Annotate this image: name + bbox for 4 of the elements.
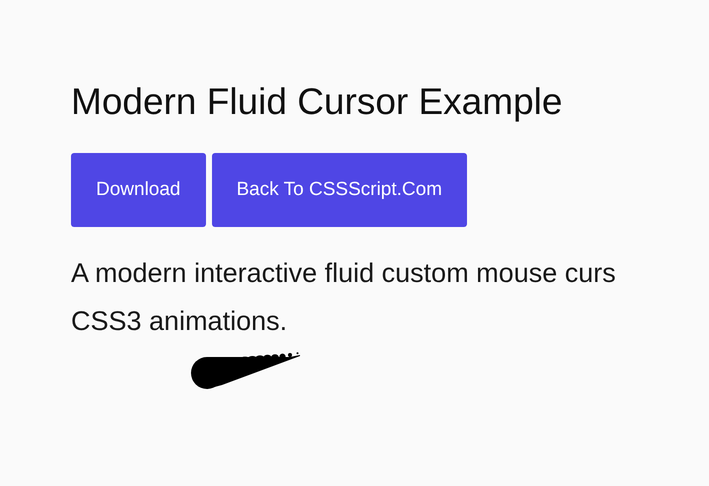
link-button[interactable]: Back To CSSScript.Com: [212, 153, 468, 227]
link-button[interactable]: Download: [71, 153, 206, 227]
description-text: A modern interactive fluid custom mouse curs CSS3 animations.: [71, 257, 617, 338]
page-title: Modern Fluid Cursor Example: [71, 80, 564, 124]
